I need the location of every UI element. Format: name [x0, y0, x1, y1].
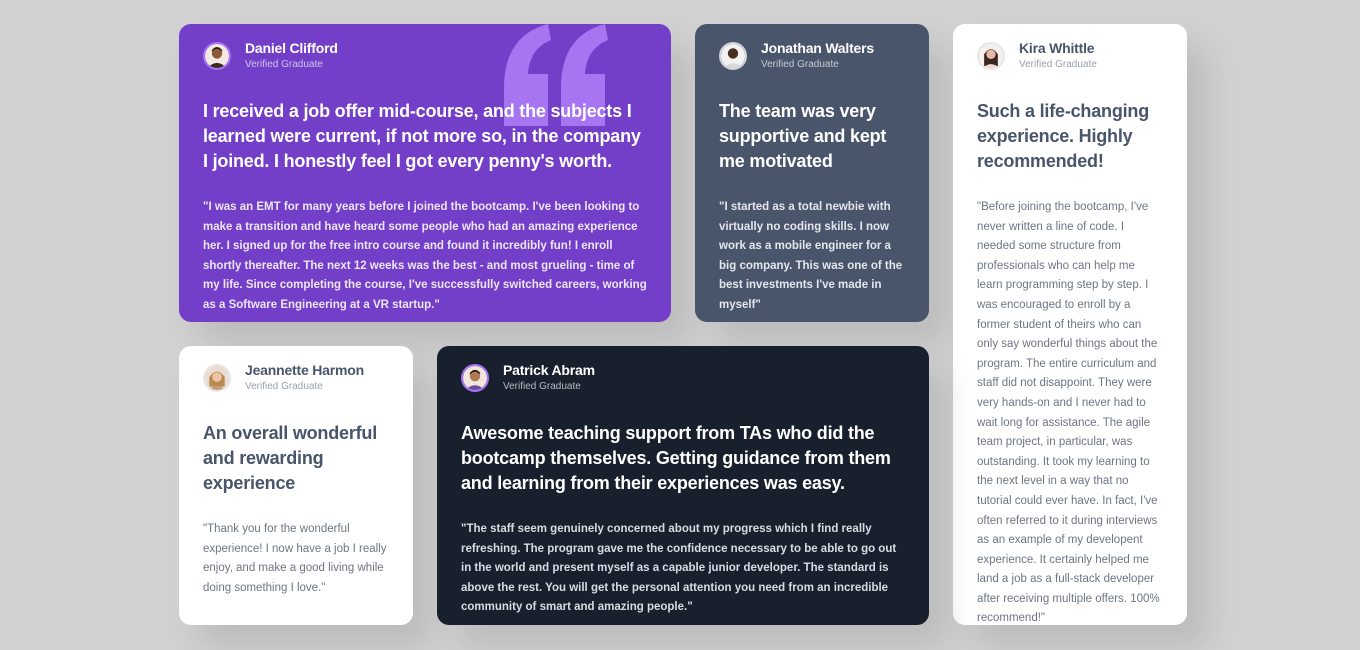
- author-name: Jeannette Harmon: [245, 362, 364, 378]
- testimonial-headline: I received a job offer mid-course, and t…: [203, 101, 641, 171]
- testimonial-body: "Thank you for the wonderful experience!…: [203, 523, 387, 594]
- author-role: Verified Graduate: [1019, 59, 1097, 70]
- testimonial-body: "I started as a total newbie with virtua…: [719, 201, 903, 311]
- avatar: [461, 363, 489, 392]
- testimonial-header: Patrick Abram Verified Graduate: [461, 362, 905, 393]
- testimonial-header: Jonathan Walters Verified Graduate: [719, 40, 905, 71]
- testimonial-card-patrick: Patrick Abram Verified Graduate Awesome …: [437, 346, 929, 625]
- author-role: Verified Graduate: [761, 59, 839, 70]
- author-name: Kira Whittle: [1019, 40, 1095, 56]
- testimonial-body: "I was an EMT for many years before I jo…: [203, 201, 647, 311]
- author-name: Jonathan Walters: [761, 40, 874, 56]
- author-name: Patrick Abram: [503, 362, 595, 378]
- testimonial-headline: Such a life-changing experience. Highly …: [977, 101, 1150, 171]
- testimonial-header: Daniel Clifford Verified Graduate: [203, 40, 647, 71]
- testimonial-headline: Awesome teaching support from TAs who di…: [461, 423, 891, 493]
- testimonial-body: "The staff seem genuinely concerned abou…: [461, 523, 897, 614]
- testimonial-card-daniel: Daniel Clifford Verified Graduate I rece…: [179, 24, 671, 322]
- testimonial-card-jeannette: Jeannette Harmon Verified Graduate An ov…: [179, 346, 413, 625]
- testimonial-headline: An overall wonderful and rewarding exper…: [203, 423, 378, 493]
- testimonial-header: Jeannette Harmon Verified Graduate: [203, 362, 389, 393]
- author-role: Verified Graduate: [503, 381, 581, 392]
- author-role: Verified Graduate: [245, 381, 323, 392]
- testimonial-card-kira: Kira Whittle Verified Graduate Such a li…: [953, 24, 1187, 625]
- author-name: Daniel Clifford: [245, 40, 338, 56]
- testimonial-body: "Before joining the bootcamp, I've never…: [977, 201, 1160, 625]
- testimonial-header: Kira Whittle Verified Graduate: [977, 40, 1163, 71]
- avatar: [977, 41, 1005, 70]
- avatar: [203, 363, 231, 392]
- testimonial-card-jonathan: Jonathan Walters Verified Graduate The t…: [695, 24, 929, 322]
- author-role: Verified Graduate: [245, 59, 323, 70]
- avatar: [203, 41, 231, 70]
- avatar: [719, 41, 747, 70]
- testimonial-headline: The team was very supportive and kept me…: [719, 101, 887, 171]
